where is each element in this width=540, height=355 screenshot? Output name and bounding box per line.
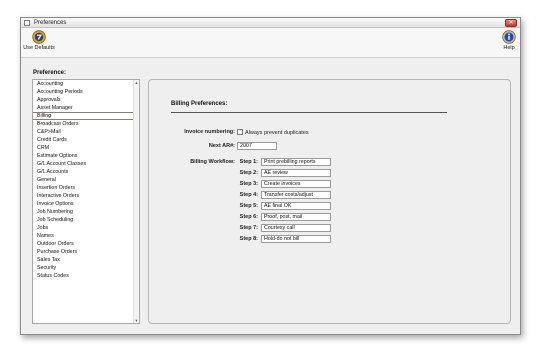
- list-item[interactable]: Sales Tax: [33, 256, 139, 264]
- list-item[interactable]: Interactive Orders: [33, 192, 139, 200]
- next-ar-label: Next AR#:: [208, 143, 235, 149]
- step-3-label: Step 3:: [239, 181, 258, 187]
- window-icon: [24, 20, 30, 26]
- step-7-field[interactable]: Courtesy call: [261, 224, 331, 232]
- step-1-label: Step 1:: [239, 159, 258, 165]
- list-item[interactable]: Accounting: [33, 80, 139, 88]
- list-item[interactable]: Job Scheduling: [33, 216, 139, 224]
- list-item[interactable]: Approvals: [33, 96, 139, 104]
- list-item[interactable]: Asset Manager: [33, 104, 139, 112]
- preferences-window: Preferences ✕ Use Defaults Help Preferen…: [20, 17, 521, 335]
- list-item[interactable]: General: [33, 176, 139, 184]
- list-item[interactable]: Names: [33, 232, 139, 240]
- list-scrollbar[interactable]: ▲ ▼: [133, 80, 139, 323]
- billing-panel: Billing Preferences: Invoice numbering: …: [148, 79, 511, 324]
- preference-list[interactable]: Accounting Accounting Periods Approvals …: [32, 79, 140, 324]
- billing-workflow-label: Billing Workflow:: [190, 159, 235, 165]
- window-title: Preferences: [34, 19, 67, 26]
- scroll-up-icon[interactable]: ▲: [134, 80, 139, 85]
- list-item[interactable]: Credit Cards: [33, 136, 139, 144]
- section-title: Billing Preferences:: [171, 101, 228, 107]
- list-item[interactable]: CRM: [33, 144, 139, 152]
- list-item[interactable]: Accounting Periods: [33, 88, 139, 96]
- step-4-label: Step 4:: [239, 192, 258, 198]
- step-6-label: Step 6:: [239, 214, 258, 220]
- list-item[interactable]: Invoice Options: [33, 200, 139, 208]
- list-item[interactable]: Insertion Orders: [33, 184, 139, 192]
- step-5-field[interactable]: AE final OK: [261, 202, 331, 210]
- list-item[interactable]: G/L Accounts: [33, 168, 139, 176]
- list-item[interactable]: Purchase Orders: [33, 248, 139, 256]
- list-item[interactable]: Job Numbering: [33, 208, 139, 216]
- section-divider: [171, 112, 447, 113]
- step-3-field[interactable]: Create invoices: [261, 180, 331, 188]
- close-button[interactable]: ✕: [505, 19, 517, 27]
- step-1-field[interactable]: Print prebilling reports: [261, 158, 331, 166]
- step-2-field[interactable]: AE review: [261, 169, 331, 177]
- step-4-field[interactable]: Transfer costs/adjust: [261, 191, 331, 199]
- help-icon: [502, 30, 516, 44]
- defaults-icon: [32, 30, 46, 44]
- title-bar: Preferences ✕: [21, 18, 520, 28]
- list-item[interactable]: C&P>Mail: [33, 128, 139, 136]
- list-item[interactable]: Broadcast Orders: [33, 120, 139, 128]
- list-item-selected[interactable]: Billing: [33, 112, 139, 120]
- list-item[interactable]: G/L Account Classes: [33, 160, 139, 168]
- prevent-duplicates-label: Always prevent duplicates: [245, 129, 309, 136]
- scroll-down-icon[interactable]: ▼: [134, 318, 139, 323]
- list-item[interactable]: Status Codes: [33, 272, 139, 280]
- step-7-label: Step 7:: [239, 225, 258, 231]
- step-2-label: Step 2:: [239, 170, 258, 176]
- step-8-label: Step 8:: [239, 236, 258, 242]
- list-item[interactable]: Estimate Options: [33, 152, 139, 160]
- step-6-field[interactable]: Proof, post, mail: [261, 213, 331, 221]
- list-item[interactable]: Outdoor Orders: [33, 240, 139, 248]
- next-ar-field[interactable]: 2007: [237, 142, 277, 150]
- invoice-numbering-label: Invoice numbering:: [184, 129, 235, 135]
- step-5-label: Step 5:: [239, 203, 258, 209]
- toolbar: Use Defaults Help: [21, 28, 520, 58]
- preference-label: Preference:: [33, 70, 67, 76]
- use-defaults-label: Use Defaults: [23, 45, 55, 51]
- use-defaults-button[interactable]: Use Defaults: [23, 30, 55, 51]
- list-item[interactable]: Jobs: [33, 224, 139, 232]
- help-button[interactable]: Help: [501, 30, 517, 51]
- list-item[interactable]: Security: [33, 264, 139, 272]
- step-8-field[interactable]: Hold-do not bill: [261, 235, 331, 243]
- prevent-duplicates-checkbox[interactable]: [237, 129, 243, 135]
- help-label: Help: [503, 45, 515, 51]
